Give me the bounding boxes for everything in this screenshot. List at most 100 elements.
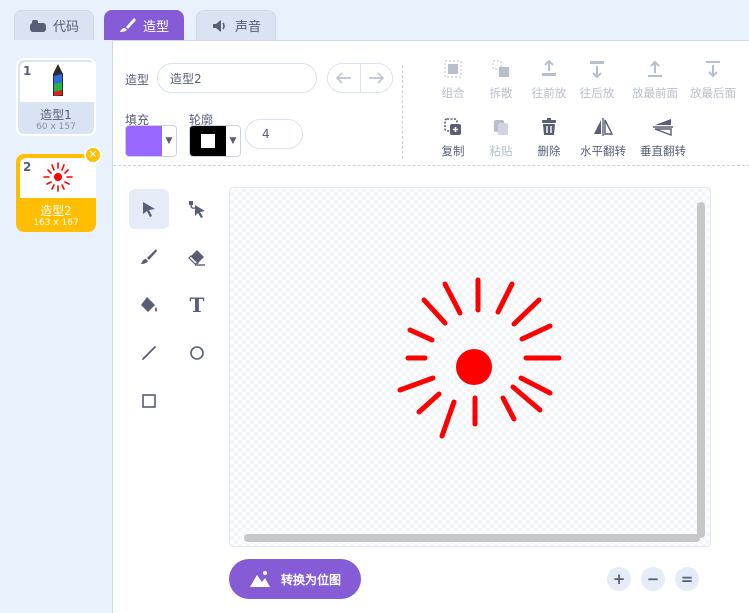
toolbar-divider: [113, 165, 749, 166]
brush-icon: [141, 249, 157, 264]
front-icon: [648, 60, 662, 77]
stroke-width-input[interactable]: 4: [245, 119, 303, 149]
costume-thumbnail: [20, 158, 96, 198]
flip-vertical-button[interactable]: 垂直翻转: [639, 115, 687, 159]
undo-redo-group: [327, 63, 393, 93]
tab-sounds-label: 声音: [234, 20, 261, 35]
tab-sounds[interactable]: 声音: [196, 10, 276, 40]
copy-label: 复制: [441, 144, 465, 158]
ungroup-icon: [492, 60, 509, 77]
trash-icon: [542, 118, 556, 135]
backward-button[interactable]: 往后放: [573, 57, 621, 101]
text-icon: T: [189, 293, 205, 317]
chevron-down-icon: ▼: [162, 126, 176, 156]
brush-icon: [119, 18, 136, 32]
flip-horizontal-button[interactable]: 水平翻转: [579, 115, 627, 159]
vertical-scrollbar[interactable]: [697, 202, 705, 538]
paste-label: 粘贴: [489, 144, 513, 158]
back-icon: [706, 61, 720, 78]
undo-button[interactable]: [328, 64, 361, 92]
costume-name-label: 造型: [125, 73, 150, 87]
speaker-icon: [212, 19, 225, 32]
chevron-down-icon: ▼: [226, 126, 240, 156]
zoom-in-icon: +: [612, 570, 626, 588]
fill-color-swatch: [126, 126, 162, 156]
costume-size: 60 x 157: [36, 122, 76, 132]
costume-list: 1 造型1 60 x 157 2 造型2 163 x 167 ✕: [8, 46, 108, 613]
mountain-image-icon: [250, 571, 270, 587]
circle-tool[interactable]: [177, 333, 217, 373]
line-tool[interactable]: [129, 333, 169, 373]
costume-number: 1: [23, 64, 32, 78]
editor-tabs: 代码 造型 声音: [0, 0, 749, 40]
tab-code-label: 代码: [52, 20, 79, 35]
line-icon: [142, 346, 156, 360]
forward-icon: [542, 59, 556, 76]
backward-icon: [590, 61, 604, 79]
paste-button[interactable]: 粘贴: [477, 115, 525, 159]
costume-number: 2: [23, 160, 32, 174]
eraser-tool[interactable]: [177, 237, 217, 277]
zoom-out-button[interactable]: −: [641, 567, 665, 591]
tab-code[interactable]: 代码: [14, 10, 94, 40]
select-tool[interactable]: [129, 189, 169, 229]
text-tool[interactable]: T: [177, 285, 217, 325]
copy-button[interactable]: 复制: [429, 115, 477, 159]
drawing-canvas[interactable]: [229, 187, 711, 547]
outline-color-swatch: [190, 126, 226, 156]
rectangle-icon: [142, 394, 156, 408]
convert-to-bitmap-button[interactable]: 转换为位图: [229, 559, 361, 599]
costume-size: 163 x 167: [33, 218, 79, 228]
costume-drawing: [397, 277, 562, 439]
rectangle-tool[interactable]: [129, 381, 169, 421]
toolbar-divider: [402, 65, 403, 159]
zoom-reset-icon: =: [680, 570, 694, 588]
redo-icon: [369, 72, 385, 84]
eraser-icon: [188, 250, 205, 266]
circle-icon: [190, 346, 204, 360]
paint-editor: 造型 造型2 填充 ▼ 轮廓 ▼ 4 组合 拆散 往前放 往后放 放最前面 放最…: [112, 40, 749, 613]
redo-button[interactable]: [361, 64, 393, 92]
undo-icon: [335, 72, 351, 84]
fill-color-picker[interactable]: ▼: [125, 125, 177, 157]
fill-tool[interactable]: [129, 285, 169, 325]
costume-thumbnail: [20, 62, 96, 102]
flip-vertical-icon: [653, 119, 673, 137]
group-icon: [444, 60, 462, 78]
costume-name-input[interactable]: 造型2: [157, 63, 317, 93]
delete-label: 删除: [537, 144, 561, 158]
reshape-tool[interactable]: [177, 189, 217, 229]
group-button[interactable]: 组合: [429, 57, 477, 101]
horizontal-scrollbar[interactable]: [244, 534, 700, 542]
back-button[interactable]: 放最后面: [689, 57, 737, 101]
brush-tool[interactable]: [129, 237, 169, 277]
delete-button[interactable]: 删除: [525, 115, 573, 159]
back-label: 放最后面: [690, 86, 736, 100]
ungroup-button[interactable]: 拆散: [477, 57, 525, 101]
outline-color-picker[interactable]: ▼: [189, 125, 241, 157]
delete-costume-button[interactable]: ✕: [84, 146, 102, 164]
front-label: 放最前面: [632, 86, 678, 100]
ungroup-label: 拆散: [489, 86, 513, 100]
forward-label: 往前放: [531, 86, 567, 100]
close-icon: ✕: [88, 148, 98, 161]
zoom-out-icon: −: [646, 570, 660, 588]
flip-horizontal-label: 水平翻转: [580, 144, 626, 158]
zoom-reset-button[interactable]: =: [675, 567, 699, 591]
tab-costumes-label: 造型: [142, 19, 169, 35]
costume-item-1[interactable]: 1 造型1 60 x 157: [16, 58, 96, 136]
flip-horizontal-icon: [594, 118, 614, 136]
flip-vertical-label: 垂直翻转: [640, 144, 686, 158]
fill-icon: [141, 297, 157, 312]
backward-label: 往后放: [579, 86, 615, 100]
front-button[interactable]: 放最前面: [631, 57, 679, 101]
costume-name: 造型2: [40, 204, 72, 218]
select-icon: [143, 202, 155, 217]
paste-icon: [494, 120, 508, 135]
convert-to-bitmap-label: 转换为位图: [281, 572, 342, 587]
costume-item-2[interactable]: 2 造型2 163 x 167 ✕: [16, 146, 102, 232]
reshape-icon: [189, 201, 205, 218]
zoom-in-button[interactable]: +: [607, 567, 631, 591]
tab-costumes[interactable]: 造型: [104, 10, 184, 40]
forward-button[interactable]: 往前放: [525, 57, 573, 101]
